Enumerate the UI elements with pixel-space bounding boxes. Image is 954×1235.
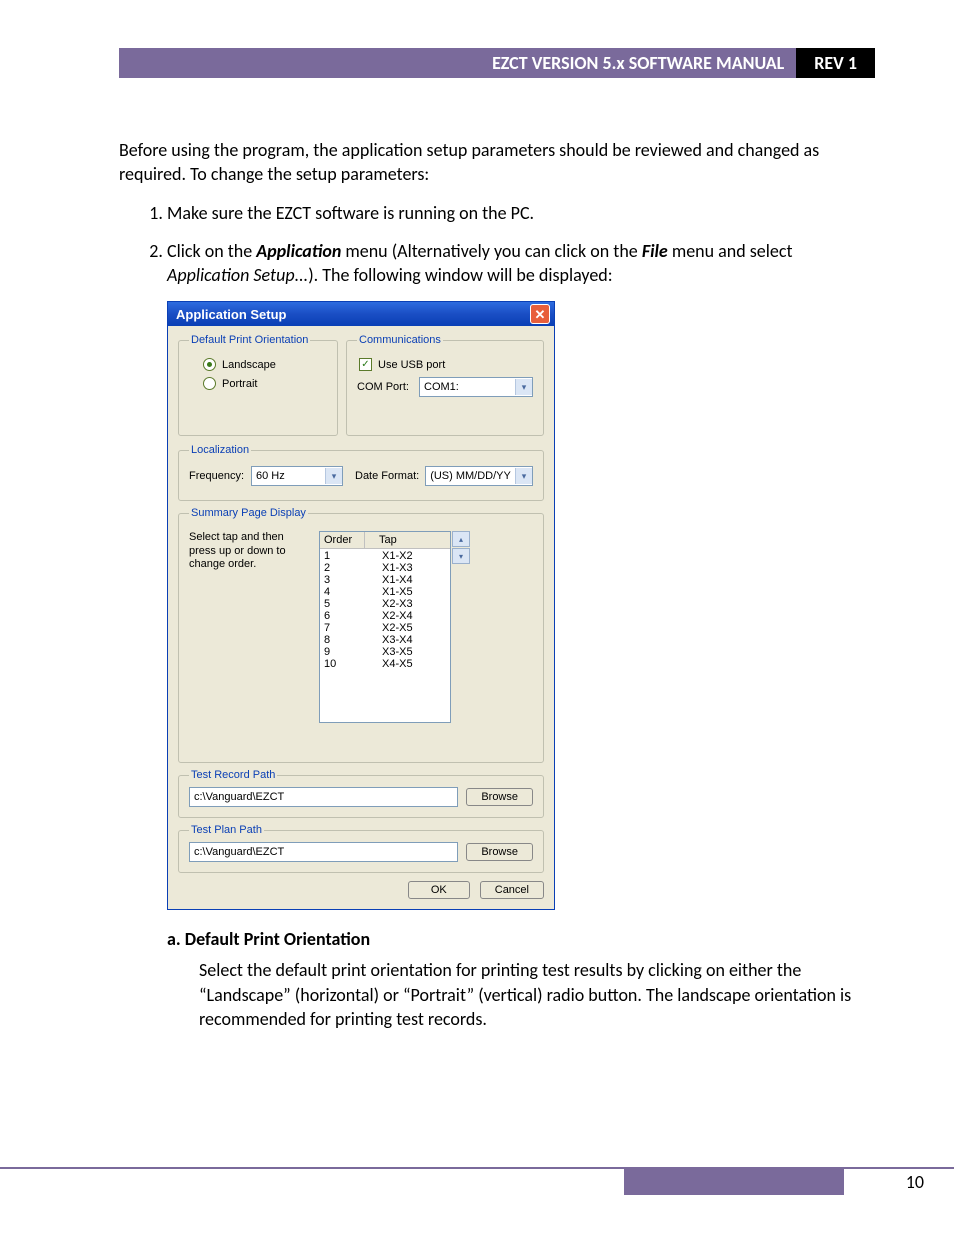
legend-communications: Communications bbox=[357, 334, 443, 346]
plan-path-input[interactable]: c:\Vanguard\EZCT bbox=[189, 842, 458, 862]
group-test-plan-path: Test Plan Path c:\Vanguard\EZCT Browse bbox=[178, 824, 544, 873]
label-frequency: Frequency: bbox=[189, 470, 245, 482]
header-rev: REV 1 bbox=[796, 48, 875, 78]
legend-summary: Summary Page Display bbox=[189, 507, 308, 519]
list-item[interactable]: 3X1-X4 bbox=[320, 574, 450, 586]
cancel-button[interactable]: Cancel bbox=[480, 881, 544, 899]
close-icon[interactable]: ✕ bbox=[530, 304, 550, 324]
chevron-down-icon: ▾ bbox=[325, 468, 342, 484]
list-item[interactable]: 1X1-X2 bbox=[320, 550, 450, 562]
group-communications: Communications ✓ Use USB port COM Port: … bbox=[346, 334, 544, 436]
section-a-paragraph: Select the default print orientation for… bbox=[199, 958, 875, 1031]
legend-print-orientation: Default Print Orientation bbox=[189, 334, 310, 346]
summary-help-text: Select tap and then press up or down to … bbox=[189, 531, 309, 723]
record-path-input[interactable]: c:\Vanguard\EZCT bbox=[189, 787, 458, 807]
section-a-heading: a. Default Print Orientation bbox=[167, 928, 875, 950]
page-header: EZCT VERSION 5.x SOFTWARE MANUAL REV 1 bbox=[119, 48, 875, 78]
list-item[interactable]: 6X2-X4 bbox=[320, 610, 450, 622]
col-order: Order bbox=[320, 532, 365, 548]
page-footer: 10 bbox=[0, 1167, 954, 1195]
dialog-title: Application Setup bbox=[176, 307, 287, 322]
list-item[interactable]: 5X2-X3 bbox=[320, 598, 450, 610]
list-item[interactable]: 4X1-X5 bbox=[320, 586, 450, 598]
application-setup-dialog: Application Setup ✕ Default Print Orient… bbox=[167, 301, 555, 910]
menu-application-setup: Application Setup... bbox=[167, 264, 308, 286]
spin-down-button[interactable]: ▾ bbox=[452, 548, 470, 564]
group-print-orientation: Default Print Orientation Landscape Port… bbox=[178, 334, 338, 436]
page-number: 10 bbox=[844, 1169, 954, 1195]
combo-date-format[interactable]: (US) MM/DD/YY ▾ bbox=[425, 466, 533, 486]
radio-landscape[interactable]: Landscape bbox=[203, 358, 327, 371]
legend-localization: Localization bbox=[189, 444, 251, 456]
radio-icon bbox=[203, 377, 216, 390]
group-test-record-path: Test Record Path c:\Vanguard\EZCT Browse bbox=[178, 769, 544, 818]
group-localization: Localization Frequency: 60 Hz ▾ Date For… bbox=[178, 444, 544, 501]
list-item[interactable]: 2X1-X3 bbox=[320, 562, 450, 574]
chevron-down-icon: ▾ bbox=[515, 468, 532, 484]
label-date-format: Date Format: bbox=[355, 470, 419, 482]
step-2: Click on the Application menu (Alternati… bbox=[167, 239, 875, 288]
browse-plan-button[interactable]: Browse bbox=[466, 843, 533, 861]
radio-portrait[interactable]: Portrait bbox=[203, 377, 327, 390]
list-item[interactable]: 7X2-X5 bbox=[320, 622, 450, 634]
list-item[interactable]: 10X4-X5 bbox=[320, 658, 450, 670]
legend-plan-path: Test Plan Path bbox=[189, 824, 264, 836]
checkbox-use-usb[interactable]: ✓ Use USB port bbox=[359, 358, 533, 371]
ok-button[interactable]: OK bbox=[408, 881, 470, 899]
header-title: EZCT VERSION 5.x SOFTWARE MANUAL bbox=[119, 48, 796, 78]
label-com-port: COM Port: bbox=[357, 381, 413, 393]
tap-order-listbox[interactable]: Order Tap 1X1-X22X1-X33X1-X44X1-X55X2-X3… bbox=[319, 531, 451, 723]
col-tap: Tap bbox=[365, 532, 450, 548]
list-item[interactable]: 8X3-X4 bbox=[320, 634, 450, 646]
radio-icon bbox=[203, 358, 216, 371]
steps-list: Make sure the EZCT software is running o… bbox=[119, 201, 875, 288]
dialog-titlebar[interactable]: Application Setup ✕ bbox=[168, 302, 554, 326]
combo-frequency[interactable]: 60 Hz ▾ bbox=[251, 466, 343, 486]
checkbox-icon: ✓ bbox=[359, 358, 372, 371]
spin-up-button[interactable]: ▴ bbox=[452, 531, 470, 547]
list-item[interactable]: 9X3-X5 bbox=[320, 646, 450, 658]
group-summary-page: Summary Page Display Select tap and then… bbox=[178, 507, 544, 763]
intro-paragraph: Before using the program, the applicatio… bbox=[119, 138, 875, 187]
combo-com-port[interactable]: COM1: ▾ bbox=[419, 377, 533, 397]
browse-record-button[interactable]: Browse bbox=[466, 788, 533, 806]
menu-application: Application bbox=[256, 240, 341, 262]
menu-file: File bbox=[642, 240, 668, 262]
step-1: Make sure the EZCT software is running o… bbox=[167, 201, 875, 225]
legend-record-path: Test Record Path bbox=[189, 769, 277, 781]
chevron-down-icon: ▾ bbox=[515, 379, 532, 395]
